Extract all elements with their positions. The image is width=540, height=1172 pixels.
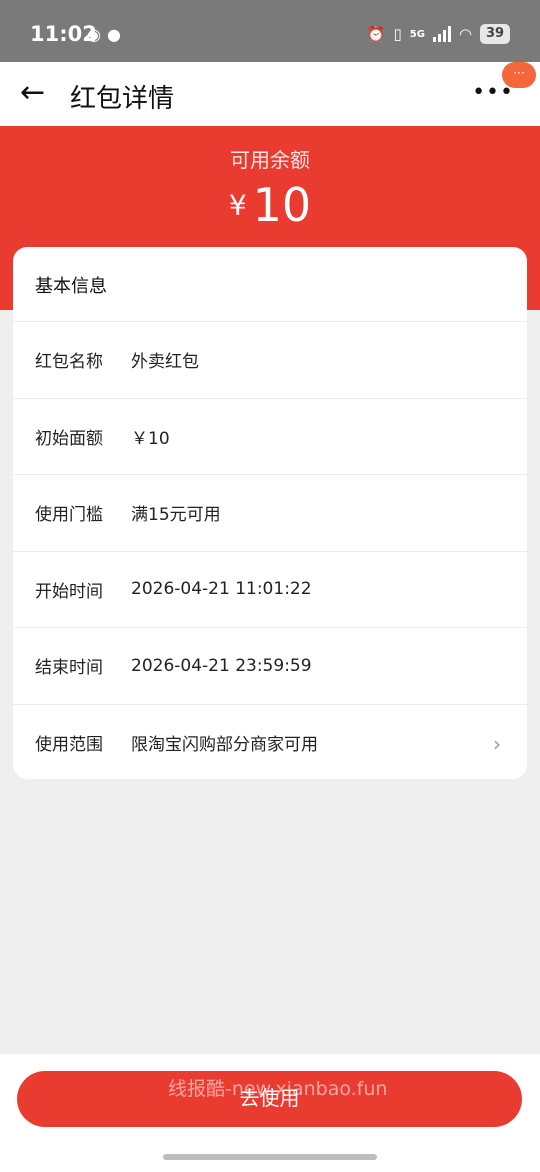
- row-value: 2026-04-21 23:59:59: [131, 655, 312, 676]
- network-label: 5G: [409, 28, 425, 40]
- row-label: 初始面额: [35, 428, 103, 449]
- notification-icons: ◉ ●: [87, 25, 121, 44]
- info-row-threshold: 使用门槛 满15元可用: [13, 474, 527, 551]
- row-value: ￥10: [131, 428, 170, 449]
- vibrate-icon: ▯: [393, 25, 402, 43]
- page-title: 红包详情: [70, 84, 175, 114]
- wechat-icon: ●: [106, 25, 121, 44]
- info-row-initial-amount: 初始面额 ￥10: [13, 397, 527, 475]
- row-label: 使用门槛: [35, 505, 103, 526]
- row-value: 2026-04-21 11:01:22: [131, 579, 312, 600]
- home-indicator[interactable]: [163, 1154, 377, 1160]
- card-title: 基本信息: [35, 276, 107, 297]
- chevron-right-icon: ›: [493, 731, 501, 756]
- row-label: 结束时间: [35, 658, 103, 679]
- floating-menu-badge[interactable]: ···: [502, 62, 536, 88]
- weibo-icon: ◉: [87, 25, 101, 44]
- info-card: 基本信息 红包名称 外卖红包 初始面额 ￥10 使用门槛 满15元可用 开始时间…: [13, 247, 527, 779]
- bottom-action-bar: 去使用 线报酷-new.xianbao.fun: [0, 1054, 540, 1172]
- info-row-start-time: 开始时间 2026-04-21 11:01:22: [13, 550, 527, 628]
- row-value: 外卖红包: [131, 352, 199, 373]
- status-bar: 11:02 ◉ ● ⏰ ▯ 5G ◠ 39: [0, 0, 540, 62]
- alarm-icon: ⏰: [366, 25, 386, 43]
- balance-amount: ¥10: [0, 178, 540, 232]
- row-value: 满15元可用: [131, 505, 221, 526]
- info-row-scope[interactable]: 使用范围 限淘宝闪购部分商家可用 ›: [13, 703, 527, 780]
- info-row-name: 红包名称 外卖红包: [13, 321, 527, 398]
- balance-value: 10: [252, 178, 312, 232]
- row-label: 红包名称: [35, 352, 103, 373]
- wifi-icon: ◠: [458, 25, 472, 43]
- use-now-button[interactable]: 去使用: [17, 1071, 522, 1127]
- balance-label: 可用余额: [230, 148, 310, 172]
- back-arrow-icon[interactable]: ←: [20, 76, 45, 110]
- nav-bar: ← 红包详情 ••• ···: [0, 62, 540, 126]
- currency-symbol: ¥: [228, 188, 247, 222]
- battery-indicator: 39: [480, 24, 510, 44]
- row-value: 限淘宝闪购部分商家可用: [131, 734, 318, 755]
- info-row-end-time: 结束时间 2026-04-21 23:59:59: [13, 627, 527, 704]
- signal-icon: [432, 26, 451, 42]
- row-label: 使用范围: [35, 734, 103, 755]
- system-icons: ⏰ ▯ 5G ◠ 39: [367, 24, 510, 44]
- row-label: 开始时间: [35, 581, 103, 602]
